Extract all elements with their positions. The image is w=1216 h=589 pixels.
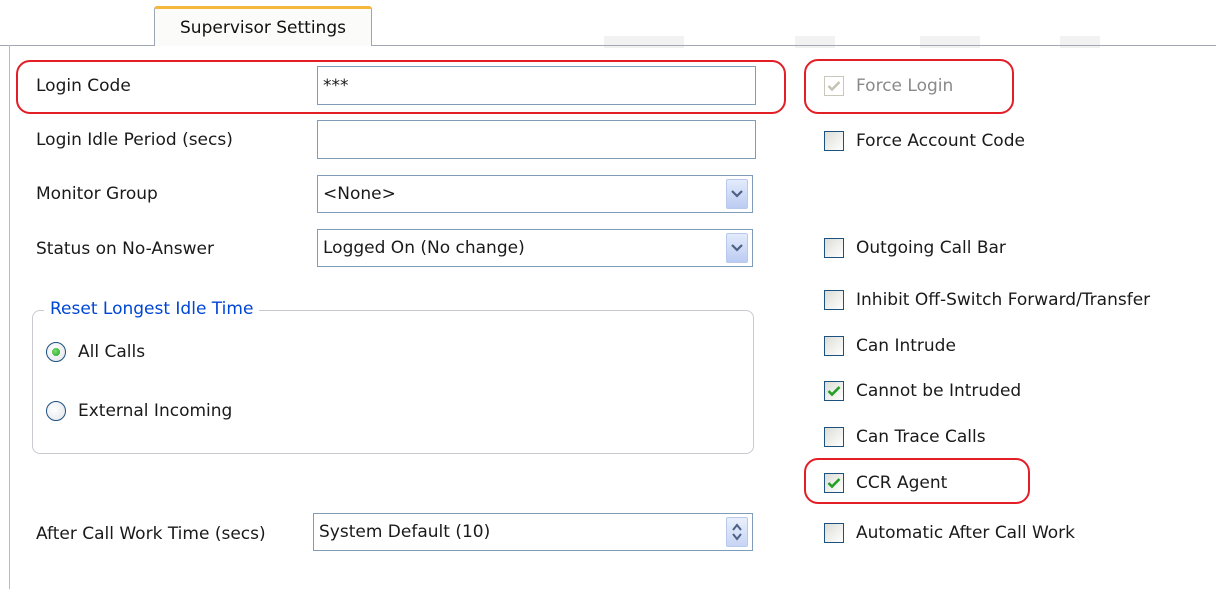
tab-supervisor-settings[interactable]: Supervisor Settings [154,6,372,46]
reset-idle-legend: Reset Longest Idle Time [44,299,260,319]
can-trace-calls-label: Can Trace Calls [856,427,986,447]
radio-all-calls[interactable]: All Calls [46,342,145,362]
reset-idle-group [32,310,754,454]
radio-dot [52,348,60,356]
checkbox-inhibit-off-switch[interactable]: Inhibit Off-Switch Forward/Transfer [824,290,1150,310]
status-no-answer-label: Status on No-Answer [36,239,214,259]
checkbox-cannot-be-intruded[interactable]: Cannot be Intruded [824,381,1021,401]
status-no-answer-select[interactable]: Logged On (No change) [317,229,753,267]
after-call-work-time-label: After Call Work Time (secs) [36,524,266,544]
panel-border [9,45,10,589]
chevron-down-icon[interactable] [726,233,748,263]
checkbox-outgoing-call-bar[interactable]: Outgoing Call Bar [824,238,1006,258]
cannot-be-intruded-label: Cannot be Intruded [856,381,1022,401]
checkbox-unchecked[interactable] [824,131,844,151]
radio-all-calls-label: All Calls [78,342,146,362]
monitor-group-label: Monitor Group [36,184,158,204]
after-call-work-time-spinner[interactable]: System Default (10) [313,513,753,551]
ccr-agent-highlight [804,458,1030,504]
automatic-after-call-work-label: Automatic After Call Work [856,523,1075,543]
background-artifact [920,36,980,48]
radio-external-incoming[interactable]: External Incoming [46,401,232,421]
checkbox-unchecked[interactable] [824,238,844,258]
login-idle-period-label: Login Idle Period (secs) [36,130,233,150]
background-artifact [1060,36,1100,48]
force-login-highlight [804,59,1014,114]
force-account-code-label: Force Account Code [856,131,1025,151]
tab-label: Supervisor Settings [180,17,346,38]
checkbox-can-trace-calls[interactable]: Can Trace Calls [824,427,986,447]
checkbox-automatic-after-call-work[interactable]: Automatic After Call Work [824,523,1075,543]
radio-button-selected[interactable] [46,342,66,362]
monitor-group-value: <None> [323,184,396,204]
monitor-group-select[interactable]: <None> [317,175,753,213]
spin-arrows-icon[interactable] [726,517,748,547]
login-idle-period-input[interactable] [317,120,756,159]
inhibit-off-switch-label: Inhibit Off-Switch Forward/Transfer [856,290,1151,310]
radio-external-incoming-label: External Incoming [78,401,233,421]
status-no-answer-value: Logged On (No change) [323,238,525,258]
login-code-highlight [16,60,786,114]
outgoing-call-bar-label: Outgoing Call Bar [856,238,1006,258]
checkbox-unchecked[interactable] [824,336,844,356]
checkbox-unchecked[interactable] [824,290,844,310]
checkbox-unchecked[interactable] [824,523,844,543]
chevron-down-icon[interactable] [726,179,748,209]
after-call-work-time-value: System Default (10) [319,522,491,542]
background-artifact [604,36,684,48]
radio-button[interactable] [46,401,66,421]
can-intrude-label: Can Intrude [856,336,956,356]
checkbox-checked[interactable] [824,381,844,401]
checkbox-unchecked[interactable] [824,427,844,447]
background-artifact [795,36,835,48]
checkbox-can-intrude[interactable]: Can Intrude [824,336,956,356]
checkbox-force-account-code[interactable]: Force Account Code [824,131,1025,151]
